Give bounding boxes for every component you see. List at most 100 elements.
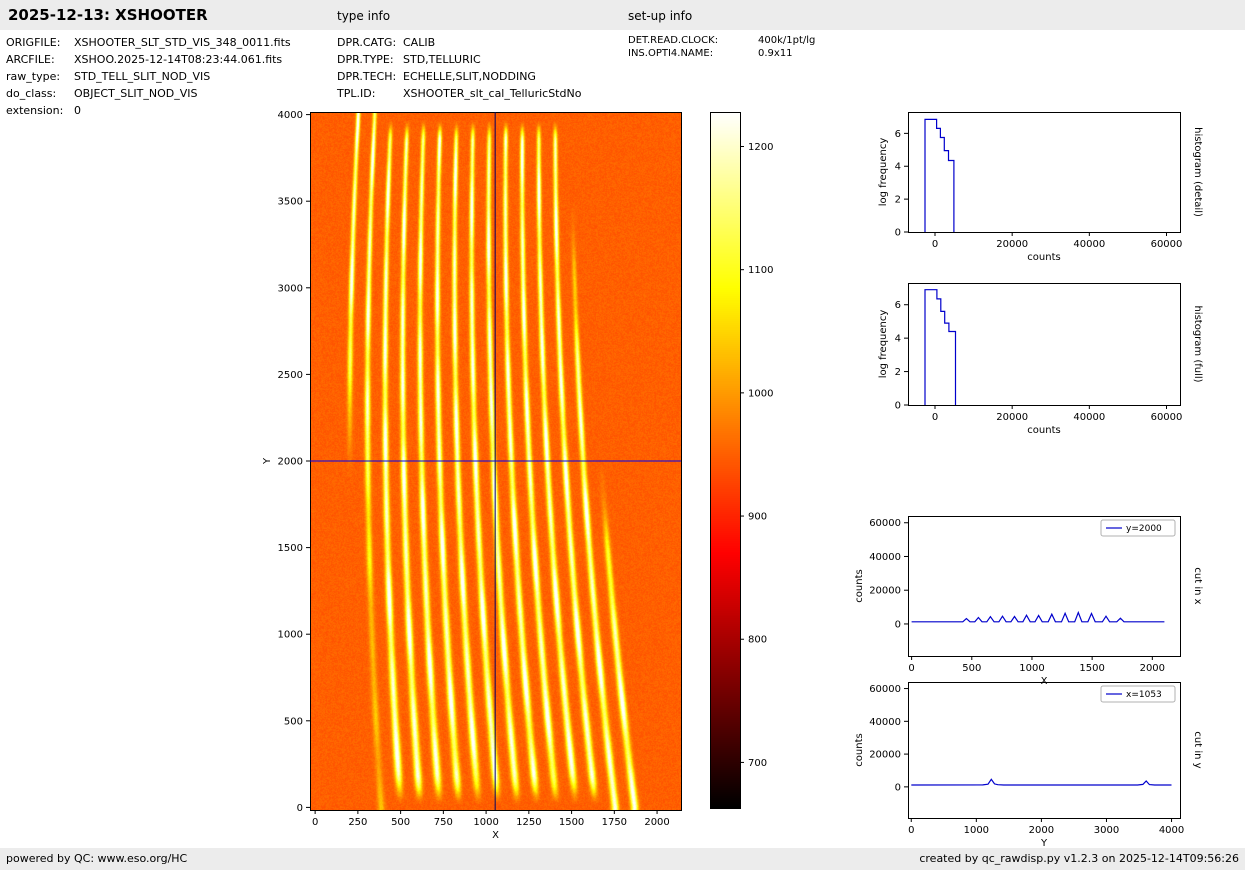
svg-text:1500: 1500 [559, 817, 584, 828]
page-title: 2025-12-13: XSHOOTER [8, 6, 208, 24]
svg-text:1000: 1000 [748, 388, 773, 399]
svg-text:60000: 60000 [869, 684, 901, 695]
svg-text:Y: Y [262, 457, 273, 465]
svg-text:500: 500 [284, 716, 303, 727]
svg-text:0: 0 [932, 412, 938, 423]
meta-value: XSHOOTER_slt_cal_TelluricStdNo [403, 85, 581, 102]
meta-label: DPR.TECH: [337, 68, 403, 85]
svg-text:4000: 4000 [1159, 825, 1184, 836]
meta-value: 400k/1pt/lg [758, 34, 815, 47]
data-line [925, 290, 956, 405]
svg-text:700: 700 [748, 758, 767, 769]
svg-text:0: 0 [895, 782, 901, 793]
raw-frame-image[interactable] [310, 112, 681, 810]
svg-text:800: 800 [748, 635, 767, 646]
meta-row-doclass: do_class: OBJECT_SLIT_NOD_VIS [6, 85, 291, 102]
svg-text:3500: 3500 [278, 197, 303, 208]
svg-text:counts: counts [1027, 252, 1060, 263]
svg-text:1500: 1500 [278, 543, 303, 554]
meta-label: raw_type: [6, 68, 74, 85]
meta-label: ORIGFILE: [6, 34, 74, 51]
svg-text:20000: 20000 [869, 586, 901, 597]
meta-value: 0.9x11 [758, 47, 793, 60]
file-info-block: ORIGFILE: XSHOOTER_SLT_STD_VIS_348_0011.… [6, 34, 291, 119]
svg-text:y=2000: y=2000 [1126, 524, 1162, 534]
meta-row-extension: extension: 0 [6, 102, 291, 119]
data-line [925, 119, 954, 232]
svg-text:2000: 2000 [278, 457, 303, 468]
svg-text:histogram (detail): histogram (detail) [1192, 127, 1203, 217]
legend-box [1101, 686, 1175, 702]
svg-text:log frequency: log frequency [878, 138, 889, 207]
svg-text:20000: 20000 [996, 412, 1028, 423]
svg-text:20000: 20000 [869, 750, 901, 761]
meta-row-dprcatg: DPR.CATG: CALIB [337, 34, 581, 51]
svg-text:0: 0 [932, 239, 938, 250]
histogram-detail-plot: 02000040000600000246countslog frequencyh… [878, 113, 1203, 264]
cut-in-y-plot: 010002000300040000200004000060000Ycounts… [854, 683, 1203, 850]
meta-row-origfile: ORIGFILE: XSHOOTER_SLT_STD_VIS_348_0011.… [6, 34, 291, 51]
svg-text:cut in x: cut in x [1192, 567, 1203, 604]
data-line [912, 613, 1165, 622]
meta-row-opti4: INS.OPTI4.NAME: 0.9x11 [628, 47, 815, 60]
svg-text:1000: 1000 [964, 825, 989, 836]
svg-text:500: 500 [391, 817, 410, 828]
svg-text:cut in y: cut in y [1192, 731, 1203, 768]
meta-value: STD_TELL_SLIT_NOD_VIS [74, 68, 210, 85]
meta-row-dprtype: DPR.TYPE: STD,TELLURIC [337, 51, 581, 68]
svg-text:counts: counts [1027, 425, 1060, 436]
svg-text:60000: 60000 [869, 518, 901, 529]
svg-text:0: 0 [312, 817, 318, 828]
svg-text:3000: 3000 [1094, 825, 1119, 836]
svg-text:log frequency: log frequency [878, 310, 889, 379]
svg-text:20000: 20000 [996, 239, 1028, 250]
svg-text:X: X [492, 830, 499, 841]
svg-text:2000: 2000 [644, 817, 669, 828]
meta-value: XSHOOTER_SLT_STD_VIS_348_0011.fits [74, 34, 291, 51]
svg-text:250: 250 [348, 817, 367, 828]
footer-created-by: created by qc_rawdisp.py v1.2.3 on 2025-… [919, 852, 1239, 865]
svg-text:2: 2 [895, 195, 901, 206]
setup-info-block: DET.READ.CLOCK: 400k/1pt/lg INS.OPTI4.NA… [628, 34, 815, 60]
svg-text:2500: 2500 [278, 370, 303, 381]
svg-text:1200: 1200 [748, 142, 773, 153]
svg-text:1000: 1000 [278, 630, 303, 641]
meta-row-rawtype: raw_type: STD_TELL_SLIT_NOD_VIS [6, 68, 291, 85]
svg-text:1100: 1100 [748, 265, 773, 276]
svg-text:X: X [1041, 676, 1048, 687]
header-bar: 2025-12-13: XSHOOTER type info set-up in… [0, 0, 1245, 30]
meta-label: DPR.TYPE: [337, 51, 403, 68]
svg-text:0: 0 [895, 619, 901, 630]
svg-text:1250: 1250 [516, 817, 541, 828]
svg-text:2: 2 [895, 367, 901, 378]
svg-text:6: 6 [895, 129, 901, 140]
meta-value: 0 [74, 102, 81, 119]
svg-text:6: 6 [895, 300, 901, 311]
svg-text:1500: 1500 [1079, 663, 1104, 674]
svg-text:40000: 40000 [869, 552, 901, 563]
svg-text:1000: 1000 [473, 817, 498, 828]
meta-value: CALIB [403, 34, 435, 51]
svg-text:40000: 40000 [869, 717, 901, 728]
colorbar [710, 112, 740, 808]
type-info-heading: type info [337, 9, 390, 23]
svg-text:x=1053: x=1053 [1126, 690, 1162, 700]
meta-value: XSHOO.2025-12-14T08:23:44.061.fits [74, 51, 282, 68]
meta-row-arcfile: ARCFILE: XSHOO.2025-12-14T08:23:44.061.f… [6, 51, 291, 68]
footer-qc-link[interactable]: powered by QC: www.eso.org/HC [6, 852, 187, 865]
meta-label: ARCFILE: [6, 51, 74, 68]
svg-text:0: 0 [908, 825, 914, 836]
svg-text:4: 4 [895, 334, 901, 345]
meta-label: DPR.CATG: [337, 34, 403, 51]
legend-box [1101, 520, 1175, 536]
svg-text:0: 0 [895, 401, 901, 412]
svg-text:900: 900 [748, 512, 767, 523]
svg-text:histogram (full): histogram (full) [1192, 305, 1203, 382]
meta-row-tplid: TPL.ID: XSHOOTER_slt_cal_TelluricStdNo [337, 85, 581, 102]
svg-text:counts: counts [854, 733, 865, 766]
type-info-block: DPR.CATG: CALIB DPR.TYPE: STD,TELLURIC D… [337, 34, 581, 102]
meta-row-readclock: DET.READ.CLOCK: 400k/1pt/lg [628, 34, 815, 47]
svg-text:4: 4 [895, 162, 901, 173]
svg-text:2000: 2000 [1029, 825, 1054, 836]
svg-text:1000: 1000 [1019, 663, 1044, 674]
